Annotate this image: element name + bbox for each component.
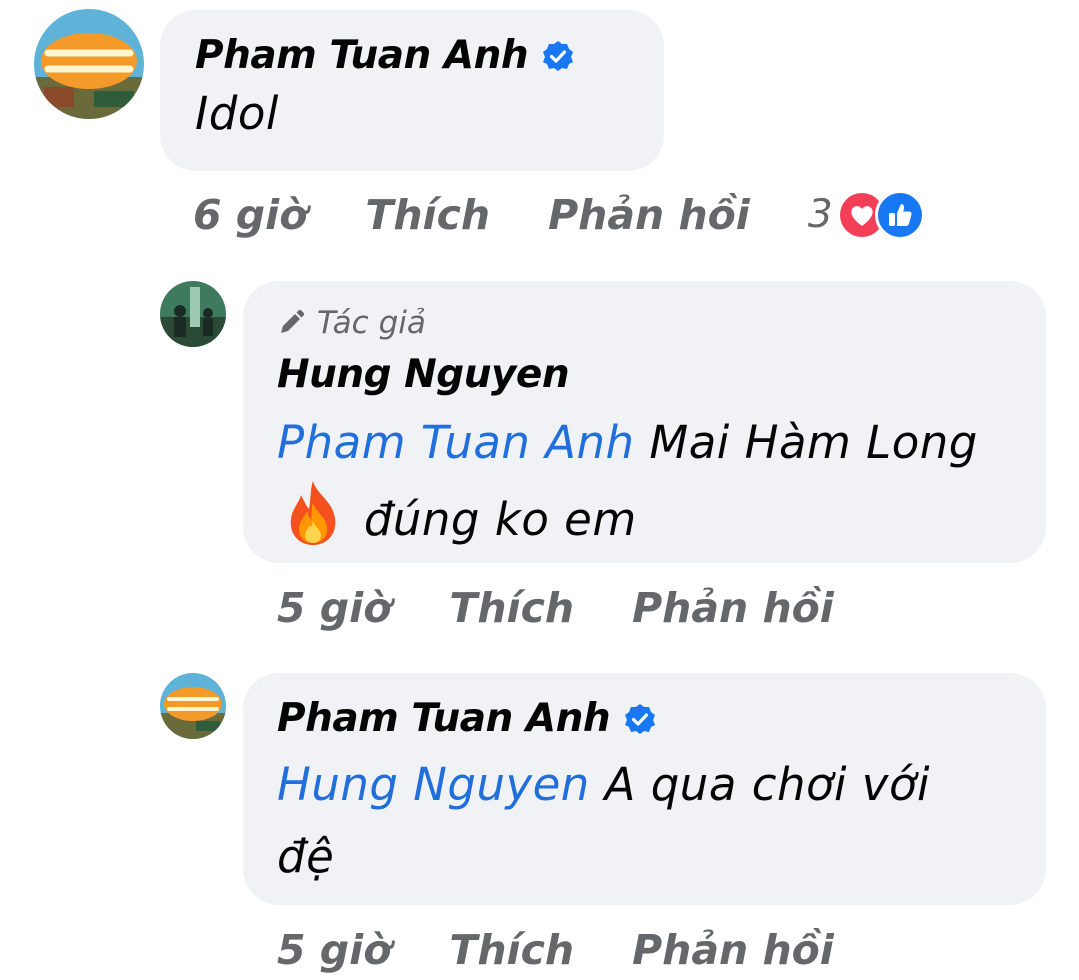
reply-author[interactable]: Pham Tuan Anh: [277, 695, 1046, 743]
comment-text: Idol: [195, 87, 279, 140]
author-badge: Tác giả: [277, 303, 1046, 343]
verified-badge-icon: [624, 703, 656, 735]
like-button[interactable]: Thích: [365, 189, 490, 241]
reply-timestamp[interactable]: 5 giờ: [277, 924, 391, 976]
reply-text-part2: đúng ko em: [363, 493, 637, 546]
comment-timestamp[interactable]: 6 giờ: [193, 189, 307, 241]
avatar-hung-nguyen[interactable]: [160, 281, 226, 347]
reaction-count[interactable]: 3: [808, 189, 833, 241]
like-button[interactable]: Thích: [449, 582, 574, 634]
mention-link[interactable]: Pham Tuan Anh: [277, 416, 635, 469]
reply-author[interactable]: Hung Nguyen: [277, 351, 1046, 399]
reply-button[interactable]: Phản hồi: [632, 924, 834, 976]
reply-actions-2: 5 giờ Thích Phản hồi: [277, 924, 834, 976]
reply-text: Pham Tuan Anh Mai Hàm Long đúng ko em: [277, 407, 1046, 556]
reply-actions-1: 5 giờ Thích Phản hồi: [277, 582, 834, 634]
like-icon: [874, 190, 925, 240]
like-button[interactable]: Thích: [449, 924, 574, 976]
reply-button[interactable]: Phản hồi: [632, 582, 834, 634]
reply-bubble-1: Tác giả Hung Nguyen Pham Tuan Anh Mai Hà…: [243, 281, 1046, 563]
mention-link[interactable]: Hung Nguyen: [277, 758, 590, 811]
reply-text: Hung Nguyen A qua chơi với đệ: [277, 749, 997, 893]
avatar-pham-tuan-anh-small[interactable]: [160, 673, 226, 739]
comment-author-name[interactable]: Pham Tuan Anh: [195, 32, 529, 80]
reaction-summary[interactable]: [836, 190, 925, 240]
reply-bubble-2: Pham Tuan Anh Hung Nguyen A qua chơi với…: [243, 673, 1046, 905]
author-badge-label: Tác giả: [317, 305, 426, 341]
verified-badge-icon: [542, 40, 574, 72]
comment-bubble: Pham Tuan Anh Idol: [160, 10, 664, 171]
pencil-icon: [281, 309, 305, 333]
avatar-pham-tuan-anh[interactable]: [34, 9, 144, 119]
comment-actions: 6 giờ Thích Phản hồi 3: [193, 189, 925, 241]
comment-author[interactable]: Pham Tuan Anh: [195, 32, 664, 80]
reply-timestamp[interactable]: 5 giờ: [277, 582, 391, 634]
reply-text-part1: Mai Hàm Long: [649, 416, 978, 469]
reply-author-name[interactable]: Hung Nguyen: [277, 351, 570, 399]
reply-author-name[interactable]: Pham Tuan Anh: [277, 695, 611, 743]
fire-emoji-icon: [283, 479, 343, 547]
reply-button[interactable]: Phản hồi: [548, 189, 750, 241]
